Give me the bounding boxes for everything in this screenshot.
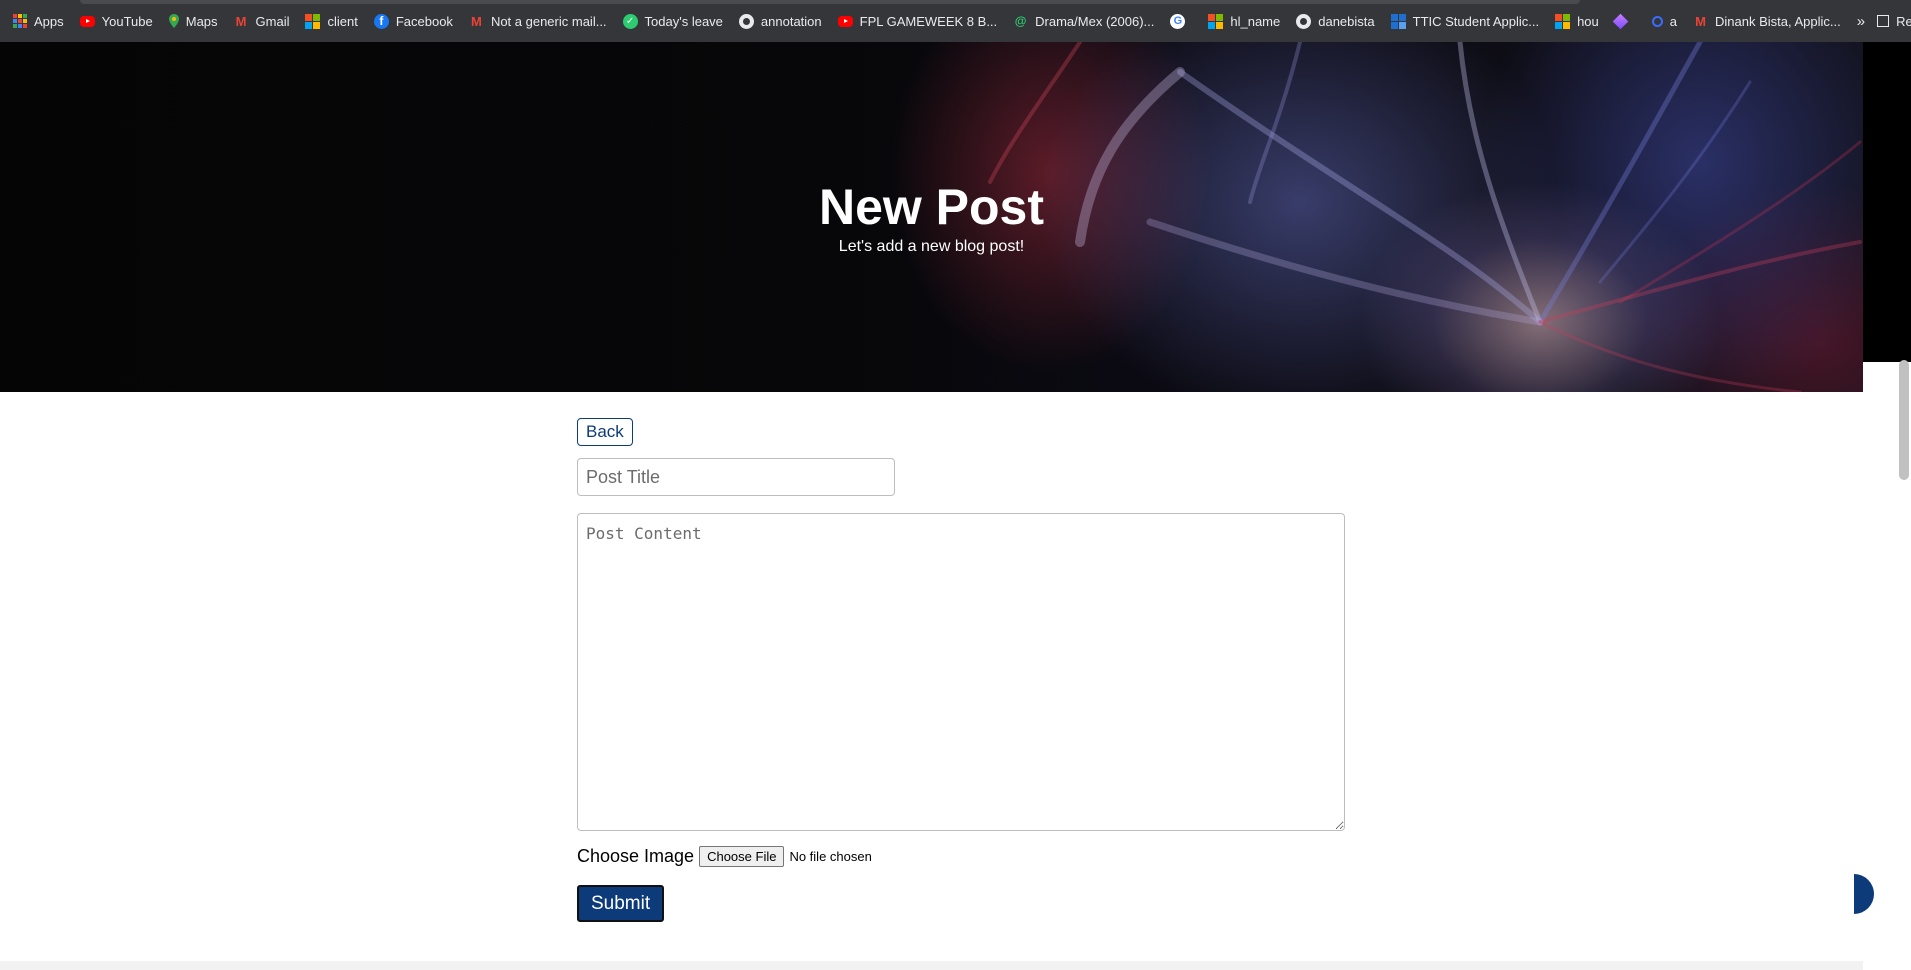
gmail-icon: M [471, 13, 482, 29]
bookmark-label: hl_name [1230, 13, 1281, 29]
bookmark-drama[interactable]: @ Drama/Mex (2006)... [1013, 13, 1155, 29]
bookmark-client[interactable]: client [305, 13, 358, 29]
leave-icon: ✓ [622, 13, 638, 29]
youtube-icon [837, 15, 853, 27]
bookmark-youtube[interactable]: YouTube [79, 13, 153, 29]
reading-list-icon [1877, 15, 1890, 27]
github-icon [1296, 13, 1312, 29]
bookmark-label: Gmail [255, 13, 290, 29]
bookmark-label: Maps [185, 13, 218, 29]
hero-banner: New Post Let's add a new blog post! [0, 42, 1863, 392]
bookmark-ttic[interactable]: TTIC Student Applic... [1390, 13, 1540, 29]
bookmark-generic-mail[interactable]: M Not a generic mail... [469, 14, 607, 29]
bookmark-gmail[interactable]: M Gmail [234, 14, 290, 29]
bookmark-label: annotation [760, 13, 822, 29]
gmail-icon: M [1695, 13, 1706, 29]
post-content-textarea[interactable] [577, 513, 1345, 831]
bookmark-label: a [1669, 13, 1678, 29]
bookmark-maps[interactable]: Maps [168, 13, 218, 29]
page-title: New Post [818, 179, 1045, 235]
bookmark-annotation[interactable]: annotation [738, 13, 822, 29]
bookmark-label: Today's leave [644, 13, 723, 29]
reading-list[interactable]: Rea [1877, 14, 1911, 29]
back-button[interactable]: Back [577, 418, 633, 446]
scrollbar-thumb[interactable] [1899, 360, 1909, 480]
bookmark-facebook[interactable]: f Facebook [373, 13, 453, 29]
maps-icon [168, 14, 179, 28]
bookmark-apps[interactable]: Apps [12, 14, 64, 29]
submit-button[interactable]: Submit [577, 885, 665, 922]
post-title-input[interactable] [577, 458, 895, 496]
bookmark-diamond[interactable] [1612, 13, 1636, 29]
page-edge-strip [1863, 42, 1911, 362]
youtube-icon [79, 15, 95, 27]
bookmark-hl-name[interactable]: hl_name [1208, 13, 1281, 29]
floating-action-button[interactable] [1854, 874, 1874, 914]
bookmark-label: hou [1577, 13, 1599, 29]
reading-list-label: Rea [1896, 13, 1911, 29]
bookmark-a[interactable]: a [1651, 13, 1678, 29]
diamond-icon [1612, 13, 1629, 29]
bookmark-label: YouTube [101, 13, 153, 29]
bookmark-google[interactable]: G [1170, 13, 1192, 29]
google-icon: G [1170, 13, 1186, 29]
microsoft-icon [305, 13, 321, 29]
gmail-icon: M [235, 13, 247, 29]
more-bookmarks-chevron-icon[interactable]: » [1857, 13, 1865, 30]
bookmark-hou[interactable]: hou [1555, 13, 1599, 29]
ring-icon [1651, 15, 1663, 27]
bookmark-todays-leave[interactable]: ✓ Today's leave [622, 13, 723, 29]
footer-strip [0, 961, 1863, 970]
github-icon [738, 13, 754, 29]
bookmark-label: Drama/Mex (2006)... [1035, 13, 1155, 29]
bookmark-label: Dinank Bista, Applic... [1715, 13, 1841, 29]
bookmarks-bar: Apps YouTube Maps M Gmail client f Faceb… [0, 0, 1911, 42]
image-upload-row: Choose Image Choose File No file chosen [577, 846, 872, 867]
microsoft-icon [1208, 13, 1224, 29]
choose-file-button[interactable]: Choose File [699, 846, 785, 867]
drama-icon: @ [1014, 14, 1027, 28]
page-subtitle: Let's add a new blog post! [838, 238, 1025, 255]
bookmark-label: client [327, 13, 358, 29]
file-status-text: No file chosen [789, 849, 872, 864]
tab-strip-edge [80, 0, 1580, 4]
bookmark-label: TTIC Student Applic... [1412, 13, 1540, 29]
bookmark-fpl[interactable]: FPL GAMEWEEK 8 B... [837, 13, 998, 29]
apps-icon [12, 13, 27, 29]
facebook-icon: f [373, 13, 389, 29]
bookmark-label: Apps [34, 13, 64, 29]
choose-image-label: Choose Image [577, 846, 695, 866]
hero-content: New Post Let's add a new blog post! [0, 178, 1863, 256]
ttic-icon [1390, 13, 1406, 29]
microsoft-icon [1555, 13, 1571, 29]
bookmark-dinank[interactable]: M Dinank Bista, Applic... [1693, 14, 1841, 29]
bookmark-danebista[interactable]: danebista [1296, 13, 1375, 29]
bookmark-label: FPL GAMEWEEK 8 B... [859, 13, 998, 29]
bookmark-label: Not a generic mail... [490, 13, 607, 29]
bookmark-label: Facebook [395, 13, 453, 29]
bookmark-label: danebista [1318, 13, 1375, 29]
